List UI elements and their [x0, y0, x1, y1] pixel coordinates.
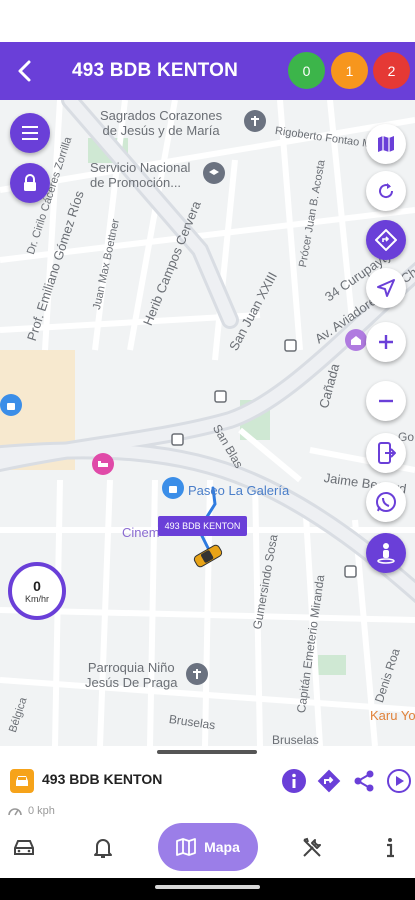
tools-icon — [303, 837, 321, 857]
car-icon — [16, 776, 28, 786]
school-poi-icon[interactable] — [203, 162, 225, 184]
mall-poi-icon[interactable] — [162, 477, 184, 499]
church-poi-icon-2[interactable] — [186, 663, 208, 685]
info-circle-icon — [282, 769, 306, 793]
nav-alerts[interactable] — [86, 831, 120, 865]
route-button[interactable] — [316, 768, 342, 794]
vehicle-bottom-sheet: 493 BDB KENTON 0 kph Mapa — [0, 746, 415, 878]
refresh-button[interactable] — [366, 171, 406, 211]
vehicle-row: 493 BDB KENTON — [0, 756, 415, 804]
zoom-out-icon — [379, 399, 393, 403]
hotel-poi-icon[interactable] — [345, 329, 367, 351]
map-label-servicio: Servicio Nacional de Promoción... — [90, 160, 191, 190]
vehicle-name: 493 BDB KENTON — [42, 771, 163, 787]
car-badge — [10, 769, 34, 793]
speed-gauge: 0 Km/hr — [8, 562, 66, 620]
back-button[interactable] — [10, 56, 38, 86]
map-layers-icon — [378, 136, 394, 152]
speed-text: 0 kph — [28, 805, 55, 817]
speed-value: 0 — [33, 577, 41, 594]
street-view-icon — [377, 543, 395, 564]
menu-icon — [22, 126, 38, 140]
church-poi-icon[interactable] — [244, 110, 266, 132]
speed-readout: 0 kph — [8, 803, 55, 819]
app-header: 493 BDB KENTON 0 1 2 — [0, 42, 415, 100]
bell-icon — [94, 839, 112, 858]
lock-icon — [24, 174, 36, 191]
lock-button[interactable] — [10, 163, 50, 203]
status-count-badge-green[interactable]: 0 — [288, 52, 325, 89]
back-arrow-icon — [18, 60, 31, 82]
speedometer-icon — [8, 808, 22, 816]
shopping-poi-icon[interactable] — [0, 394, 22, 416]
zoom-in-button[interactable] — [366, 322, 406, 362]
play-button[interactable] — [386, 768, 412, 794]
refresh-icon — [379, 183, 394, 199]
map-streets — [0, 100, 415, 746]
nav-map[interactable]: Mapa — [158, 823, 258, 871]
status-count-badge-orange[interactable]: 1 — [331, 52, 368, 89]
map-label-sagrados: Sagrados Corazones de Jesús y de María — [100, 108, 223, 138]
map-label-bruselas-2: Bruselas — [272, 733, 319, 746]
whatsapp-icon — [376, 492, 396, 512]
page-title: 493 BDB KENTON — [71, 60, 239, 81]
play-circle-icon — [387, 769, 411, 793]
share-button[interactable] — [351, 768, 377, 794]
status-count-badge-red[interactable]: 2 — [373, 52, 410, 89]
nav-info[interactable] — [373, 831, 407, 865]
navigation-arrow-icon — [377, 279, 395, 297]
directions-button[interactable] — [366, 220, 406, 260]
speed-unit: Km/hr — [24, 593, 49, 604]
vehicle-map-label[interactable]: 493 BDB KENTON — [158, 516, 247, 536]
map-label-karu: Karu Yo — [370, 708, 415, 723]
nav-vehicles[interactable] — [7, 831, 41, 865]
system-nav-bar — [0, 878, 415, 900]
street-view-button[interactable] — [366, 533, 406, 573]
share-icon — [354, 770, 374, 792]
menu-button[interactable] — [10, 113, 50, 153]
car-icon — [14, 840, 34, 855]
status-bar — [0, 0, 415, 42]
device-transfer-button[interactable] — [366, 433, 406, 473]
home-indicator[interactable] — [155, 885, 260, 889]
info-button[interactable] — [281, 768, 307, 794]
map-label-paseo: Paseo La Galería — [188, 483, 290, 498]
lodging-poi-icon[interactable] — [92, 453, 114, 475]
map-layers-button[interactable] — [366, 124, 406, 164]
zoom-out-button[interactable] — [366, 381, 406, 421]
directions-icon — [375, 229, 397, 251]
device-transfer-icon — [378, 442, 396, 464]
map-label-cinemark: Cinem — [122, 525, 160, 540]
route-diamond-icon — [317, 769, 341, 793]
sheet-drag-handle[interactable] — [157, 750, 257, 754]
bottom-nav: Mapa — [0, 823, 415, 873]
navigation-button[interactable] — [366, 268, 406, 308]
info-icon — [387, 838, 394, 858]
nav-map-label: Mapa — [204, 839, 240, 855]
map-icon — [176, 838, 196, 856]
whatsapp-button[interactable] — [366, 482, 406, 522]
map-view[interactable]: Sagrados Corazones de Jesús y de María Ri… — [0, 100, 415, 746]
map-label-parroquia: Parroquia Niño Jesús De Praga — [85, 660, 178, 690]
nav-tools[interactable] — [295, 831, 329, 865]
zoom-in-icon — [379, 335, 393, 349]
